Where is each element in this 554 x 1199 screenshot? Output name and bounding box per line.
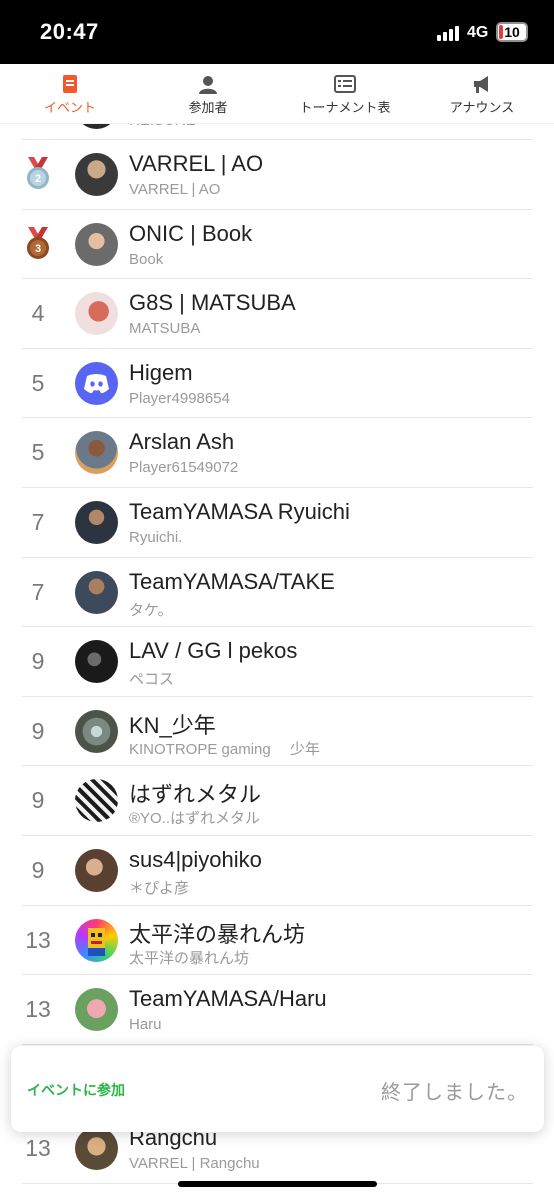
player-name: KN_少年	[129, 712, 216, 738]
player-avatar	[75, 709, 118, 753]
player-name: LAV / GG l pekos	[129, 638, 298, 664]
rank-number: 7	[31, 578, 45, 605]
player-subname: Haru	[129, 1016, 162, 1034]
ranking-row[interactable]: 9 KN_少年 KINOTROPE gaming 少年	[22, 697, 533, 767]
silver-medal-icon: 2	[27, 157, 49, 189]
status-bar: 20:47 4G 10	[0, 0, 554, 64]
ranking-row[interactable]: 9 sus4|piyohiko ＊ぴよ彦	[22, 836, 533, 906]
event-ended-status: 終了しました。	[381, 1082, 528, 1104]
player-subname: ＊ぴよ彦	[129, 879, 190, 897]
ranking-row[interactable]: 3 ONIC | Book Book	[22, 210, 533, 280]
svg-text:2: 2	[35, 173, 41, 185]
tab-label: イベント	[43, 100, 96, 115]
player-name: TeamYAMASA/TAKE	[129, 568, 335, 594]
player-subname: VARREL | AO	[129, 181, 221, 198]
battery-icon: 10	[496, 22, 528, 42]
player-subname: VARREL | Rangchu	[129, 1155, 260, 1173]
tab-bracket[interactable]: トーナメント表	[290, 64, 400, 124]
player-avatar	[75, 570, 118, 614]
player-name: ONIC | Book	[129, 220, 253, 246]
pixel-avatar	[75, 918, 118, 962]
player-subname: ペコス	[129, 671, 175, 689]
player-subname: Book	[129, 250, 164, 268]
bracket-list-icon	[334, 75, 356, 93]
player-name: 太平洋の暴れん坊	[129, 921, 306, 947]
player-avatar	[75, 848, 118, 892]
player-subname: Player4998654	[129, 389, 230, 407]
event-doc-icon	[63, 75, 77, 93]
player-avatar	[75, 222, 118, 266]
app-screen: 20:47 4G 10 イベント 参加者 トーナメント表 アナウンス 2 VAR…	[0, 0, 554, 1199]
player-name: VARREL | AO	[129, 151, 264, 176]
rank-number: 13	[25, 926, 51, 953]
home-indicator[interactable]	[178, 1181, 377, 1187]
player-avatar	[75, 500, 118, 544]
tab-participants[interactable]: 参加者	[162, 64, 254, 124]
ranking-row[interactable]: 7 TeamYAMASA Ryuichi Ryuichi.	[22, 488, 533, 558]
tab-bar: イベント 参加者 トーナメント表 アナウンス	[0, 64, 554, 124]
ranking-row[interactable]: 7 TeamYAMASA/TAKE タケ。	[22, 558, 533, 628]
battery-level: 10	[504, 24, 520, 40]
ranking-row[interactable]: 5 Arslan Ash Player61549072	[22, 418, 533, 488]
bronze-medal-icon: 3	[27, 226, 49, 259]
tab-event[interactable]: イベント	[24, 64, 116, 124]
player-subname: Player61549072	[129, 459, 239, 477]
player-avatar	[75, 292, 118, 336]
player-name: sus4|piyohiko	[129, 846, 262, 872]
player-name: TeamYAMASA/Haru	[129, 986, 327, 1012]
player-name: Higem	[129, 359, 193, 385]
ranking-list: REISURE 2 VARREL | AO VARREL | AO 3	[22, 86, 533, 1184]
network-type: 4G	[467, 24, 489, 41]
rank-number: 9	[31, 648, 45, 675]
player-name: TeamYAMASA Ryuichi	[129, 498, 350, 524]
rank-number: 13	[25, 996, 51, 1023]
discord-avatar	[75, 361, 118, 405]
player-avatar	[75, 431, 118, 475]
megaphone-icon	[474, 76, 488, 93]
player-subname: KINOTROPE gaming 少年	[129, 740, 320, 758]
player-avatar	[75, 1127, 118, 1171]
rank-number: 9	[31, 787, 45, 814]
join-event-button[interactable]: イベントに参加	[27, 1080, 125, 1100]
ranking-row[interactable]: 2 VARREL | AO VARREL | AO	[22, 140, 533, 210]
rank-number: 5	[31, 439, 45, 466]
player-avatar	[75, 153, 118, 196]
player-subname: Ryuichi.	[129, 528, 183, 546]
svg-text:3: 3	[35, 243, 41, 255]
rank-number: 9	[31, 717, 45, 744]
rank-number: 7	[31, 508, 45, 535]
rank-number: 4	[31, 300, 45, 327]
player-avatar	[75, 988, 118, 1032]
tab-label: トーナメント表	[299, 100, 391, 115]
player-avatar	[75, 640, 118, 684]
person-icon	[199, 76, 217, 94]
player-subname: MATSUBA	[129, 320, 201, 338]
ranking-row[interactable]: 4 G8S | MATSUBA MATSUBA	[22, 279, 533, 349]
player-avatar	[75, 779, 118, 823]
ranking-row[interactable]: 13 TeamYAMASA/Haru Haru	[22, 975, 533, 1045]
tab-label: アナウンス	[449, 100, 515, 115]
rank-number: 9	[31, 856, 45, 883]
status-time: 20:47	[40, 19, 99, 44]
player-subname: 太平洋の暴れん坊	[129, 949, 250, 967]
tab-label: 参加者	[188, 100, 228, 115]
join-card: イベントに参加 終了しました。	[11, 1046, 544, 1132]
player-name: Arslan Ash	[129, 429, 235, 455]
player-subname: タケ。	[129, 601, 173, 619]
ranking-row[interactable]: 9 はずれメタル ®YO..はずれメタル	[22, 766, 533, 836]
ranking-row[interactable]: 9 LAV / GG l pekos ペコス	[22, 627, 533, 697]
ranking-row[interactable]: 13 太平洋の暴れん坊 太平洋の暴れん坊	[22, 906, 533, 976]
ranking-row[interactable]: 5 Higem Player4998654	[22, 349, 533, 419]
player-name: G8S | MATSUBA	[129, 290, 296, 316]
discord-icon	[84, 373, 109, 393]
player-name: はずれメタル	[129, 782, 262, 808]
rank-number: 5	[31, 369, 45, 396]
player-subname: ®YO..はずれメタル	[129, 810, 261, 828]
tab-announce[interactable]: アナウンス	[436, 64, 528, 124]
signal-icon	[437, 25, 463, 41]
